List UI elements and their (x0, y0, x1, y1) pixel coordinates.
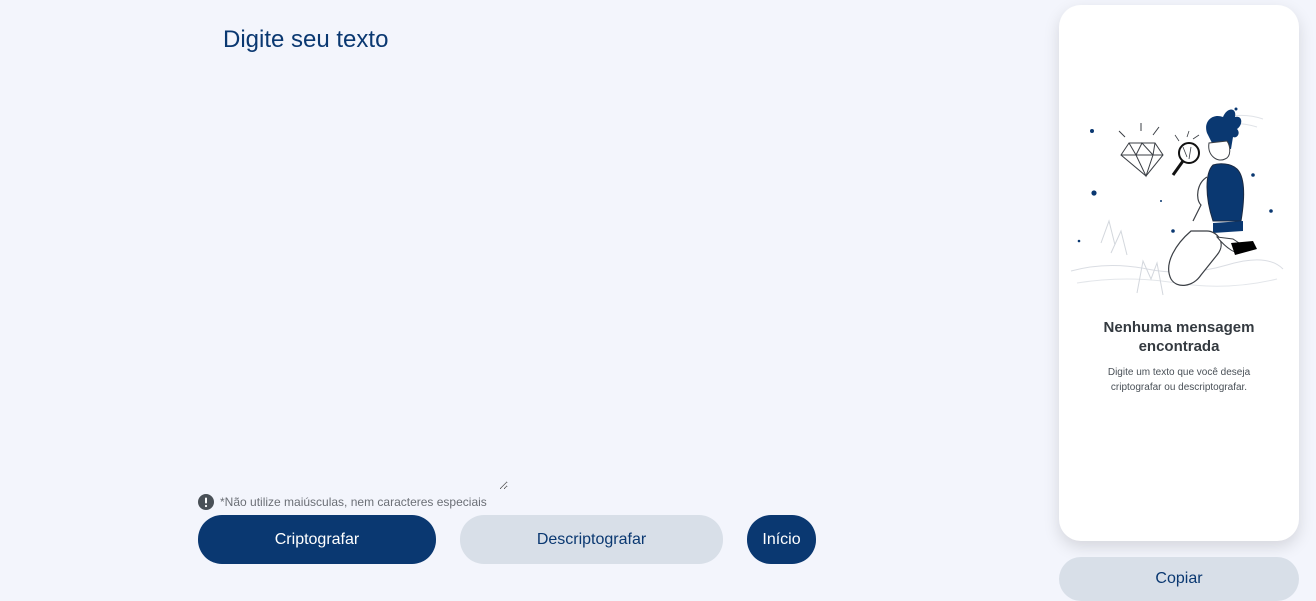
input-warning: *Não utilize maiúsculas, nem caracteres … (198, 493, 487, 511)
text-input-area (198, 20, 508, 490)
encrypt-button[interactable]: Criptografar (198, 515, 436, 564)
text-input[interactable] (198, 20, 508, 490)
copy-button[interactable]: Copiar (1059, 557, 1299, 601)
home-button[interactable]: Início (747, 515, 816, 564)
decrypt-button[interactable]: Descriptografar (460, 515, 723, 564)
output-panel: Nenhuma mensagem encontrada Digite um te… (1059, 5, 1299, 541)
empty-state-description: Digite um texto que você deseja criptogr… (1107, 367, 1251, 393)
warning-text: *Não utilize maiúsculas, nem caracteres … (220, 495, 487, 509)
empty-state-title: Nenhuma mensagem encontrada (1103, 319, 1255, 355)
exclamation-circle-icon (198, 494, 214, 510)
boy-with-magnifier-diamond-illustration (1070, 107, 1284, 296)
